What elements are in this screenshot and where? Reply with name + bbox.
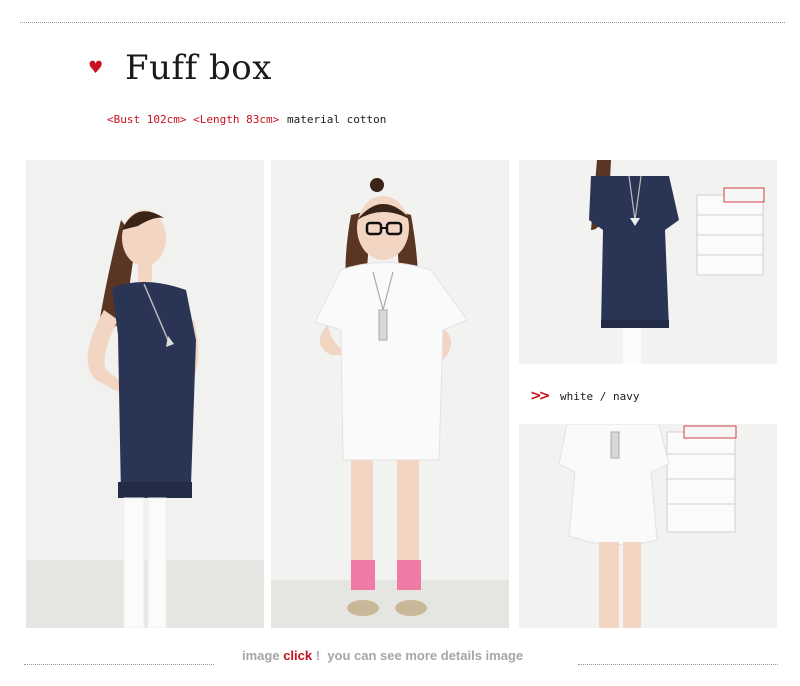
heart-icon: ♥ <box>88 58 104 78</box>
product-photo-white-closeup[interactable] <box>519 424 777 628</box>
footer-exclaim: ! <box>312 648 321 663</box>
color-options-text: white / navy <box>560 389 640 403</box>
double-chevron-right-icon: >> <box>530 388 550 404</box>
model-white-closeup-illustration <box>519 424 777 628</box>
footer-divider-left <box>24 664 214 665</box>
model-white-illustration <box>271 160 509 628</box>
top-divider <box>20 22 785 23</box>
model-navy-illustration <box>26 160 264 628</box>
product-photo-navy-closeup[interactable] <box>519 160 777 364</box>
click-link[interactable]: click <box>283 648 312 663</box>
footer-caption: image click ! you can see more details i… <box>242 648 523 663</box>
product-photo-navy-front[interactable] <box>26 160 264 628</box>
product-title: Fuff box <box>125 48 272 88</box>
model-navy-closeup-illustration <box>519 160 777 364</box>
footer-suffix: you can see more details image <box>327 648 524 663</box>
color-options: >> white / navy <box>530 388 639 404</box>
footer-divider-right <box>578 664 778 665</box>
size-spec: <Bust 102cm> <Length 83cm> <box>107 113 280 126</box>
footer-prefix: image <box>242 648 280 663</box>
material-spec: material cotton <box>287 113 387 126</box>
product-photo-white-front[interactable] <box>271 160 509 628</box>
